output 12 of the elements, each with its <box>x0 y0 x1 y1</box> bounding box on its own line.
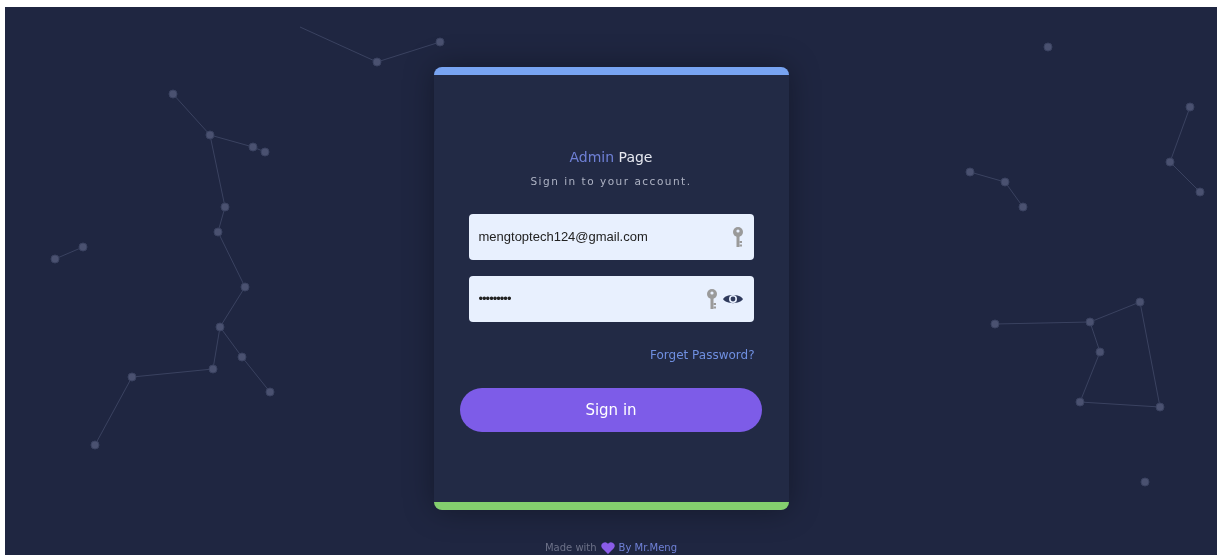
key-icon <box>731 225 744 248</box>
page-title: Page <box>618 149 653 165</box>
subtitle: Sign in to your account. <box>529 174 693 189</box>
email-field[interactable]: mengtoptech124@gmail.com <box>468 213 754 260</box>
author-link[interactable]: By Mr.Meng <box>618 540 678 555</box>
forgot-password-link[interactable]: Forget Password? <box>650 345 755 364</box>
heart-icon <box>600 541 615 554</box>
key-icon <box>705 287 718 310</box>
sign-in-button[interactable]: Sign in <box>460 387 762 432</box>
password-field[interactable]: ••••••••• <box>468 275 754 322</box>
footer-text: Made with <box>544 541 597 555</box>
title-accent: Admin <box>569 149 615 165</box>
